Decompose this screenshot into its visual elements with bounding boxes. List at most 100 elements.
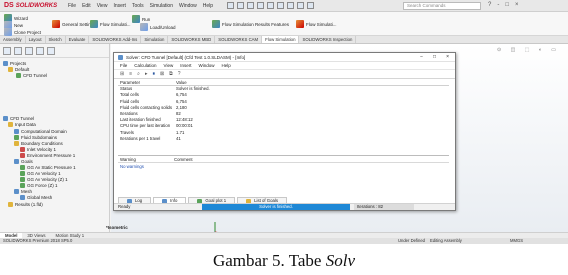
tree-item-goal-velocity-z[interactable]: GG Av Velocity (Z) 1	[20, 177, 68, 182]
undo-icon[interactable]	[277, 2, 285, 9]
new-document-icon[interactable]	[237, 2, 245, 9]
property-manager-icon[interactable]	[14, 46, 22, 55]
tab-assembly[interactable]: Assembly	[0, 36, 26, 43]
solver-menu-file[interactable]: File	[120, 63, 127, 68]
tab-flow-simulation[interactable]: Flow Simulation	[262, 36, 300, 43]
tab-mbd[interactable]: SOLIDWORKS MBD	[168, 36, 216, 43]
comment-column-header: Comment	[174, 157, 193, 162]
menu-help[interactable]: Help	[203, 3, 213, 9]
plot-icon[interactable]: ⧉	[169, 71, 173, 77]
help-icon[interactable]: ?	[488, 2, 491, 8]
solver-menu-view[interactable]: View	[164, 63, 174, 68]
general-settings-button[interactable]: General Settings	[52, 20, 96, 28]
editing-status: Editing Assembly	[430, 238, 462, 243]
product-version: SOLIDWORKS Premium 2018 SP5.0	[3, 238, 73, 243]
layout-icon[interactable]: ⊞	[120, 71, 124, 77]
menu-tools[interactable]: Tools	[132, 3, 144, 9]
quick-access-toolbar	[227, 2, 315, 9]
options-icon[interactable]	[307, 2, 315, 9]
units-selector[interactable]: MMGS	[510, 238, 523, 244]
tab-cam[interactable]: SOLIDWORKS CAM	[215, 36, 263, 43]
solver-minimize-icon[interactable]: −	[420, 54, 423, 60]
solver-window-controls: − □ ×	[420, 54, 455, 60]
solidworks-window: DS SOLIDWORKS File Edit View Insert Tool…	[0, 0, 568, 244]
tree-item-goals[interactable]: Goals	[14, 159, 33, 164]
clone-project-button[interactable]: Clone Project	[4, 28, 41, 36]
save-icon[interactable]	[257, 2, 265, 9]
caption-italic: Solv	[325, 251, 356, 270]
solver-maximize-icon[interactable]: □	[433, 54, 436, 60]
tree-item-projects[interactable]: Projects	[3, 61, 26, 66]
tab-layout[interactable]: Layout	[26, 36, 46, 43]
flow-simulation-icon	[90, 20, 98, 28]
tree-item-input-data[interactable]: Input Data	[8, 122, 36, 127]
close-icon[interactable]: ×	[515, 2, 519, 8]
solver-close-icon[interactable]: ×	[446, 54, 449, 60]
solver-menu-calculation[interactable]: Calculation	[134, 63, 156, 68]
open-icon[interactable]	[247, 2, 255, 9]
tree-item-fluid-subdomains[interactable]: Fluid Subdomains	[14, 135, 57, 140]
pause-icon[interactable]: ⏸	[152, 71, 155, 77]
heads-up-view-toolbar[interactable]: ⊙ ◫ ⬚ ◐ ▭	[497, 47, 560, 53]
folder-icon	[3, 61, 8, 66]
tree-item-cfd-tunnel[interactable]: CFD Tunnel	[3, 116, 34, 121]
tree-item-global-mesh[interactable]: Global Mesh	[20, 195, 52, 200]
search-commands-input[interactable]: Search Commands	[403, 2, 481, 10]
minimize-icon[interactable]: -	[497, 2, 499, 8]
feature-manager-icon[interactable]	[3, 46, 11, 55]
feature-tree-panel: Projects Default CFD Tunnel CFD Tunnel I…	[0, 44, 110, 232]
solver-title: Solver: CFD Tunnel [Default] (Cfd Test 1…	[126, 54, 246, 60]
window-controls: ? - □ ×	[488, 2, 518, 8]
tree-item-results[interactable]: Results (1.fld)	[8, 202, 43, 207]
ds-logo-icon: DS	[4, 2, 14, 9]
solver-menu-insert[interactable]: Insert	[180, 63, 191, 68]
select-icon[interactable]	[287, 2, 295, 9]
menu-file[interactable]: File	[68, 3, 76, 9]
list-item: No warnings	[120, 164, 144, 169]
stop-icon[interactable]: ⊠	[160, 71, 164, 77]
tree-item-default[interactable]: Default	[8, 67, 29, 72]
tree-item-goal-force-z[interactable]: GG Force (Z) 1	[20, 183, 58, 188]
home-icon[interactable]	[227, 2, 235, 9]
menu-simulation[interactable]: Simulation	[150, 3, 173, 9]
tree-item-environment-pressure[interactable]: Environment Pressure 1	[20, 153, 75, 158]
tree-item-goal-velocity[interactable]: GG Av Velocity 1	[20, 171, 61, 176]
preview-icon[interactable]: ⌕	[137, 71, 140, 77]
tab-sketch[interactable]: Sketch	[46, 36, 66, 43]
tab-simulation[interactable]: Simulation	[141, 36, 169, 43]
solver-menu-help[interactable]: Help	[222, 63, 231, 68]
configuration-manager-icon[interactable]	[25, 46, 33, 55]
tree-item-cfd-tunnel-project[interactable]: CFD Tunnel	[16, 73, 47, 78]
tab-addins[interactable]: SOLIDWORKS Add-Ins	[89, 36, 142, 43]
print-icon[interactable]	[267, 2, 275, 9]
flow-simulation-options-button[interactable]: Flow Simulati...	[296, 20, 337, 28]
rebuild-icon[interactable]	[297, 2, 305, 9]
solver-help-icon[interactable]: ?	[178, 71, 181, 77]
solver-menu-window[interactable]: Window	[198, 63, 214, 68]
menu-view[interactable]: View	[97, 3, 108, 9]
flow-analysis-tree-icon[interactable]	[47, 46, 55, 55]
tree-item-inlet-velocity[interactable]: Inlet Velocity 1	[20, 147, 56, 152]
results-features-button[interactable]: Flow Simulation Results Features	[212, 20, 289, 28]
caption-label: Gambar 5.	[212, 251, 285, 270]
maximize-icon[interactable]: □	[505, 2, 509, 8]
flow-simulation-tree-button[interactable]: Flow Simulati...	[90, 20, 131, 28]
tree-item-goal-static-pressure[interactable]: GG Av Static Pressure 1	[20, 165, 76, 170]
menu-window[interactable]: Window	[179, 3, 197, 9]
tree-item-boundary-conditions[interactable]: Boundary Conditions	[14, 141, 63, 146]
play-icon[interactable]: ▸	[145, 71, 148, 77]
dim-xpert-icon[interactable]	[36, 46, 44, 55]
menu-edit[interactable]: Edit	[82, 3, 91, 9]
tab-evaluate[interactable]: Evaluate	[66, 36, 90, 43]
list-icon[interactable]: ≡	[129, 71, 132, 77]
goal-icon	[20, 183, 25, 188]
menu-insert[interactable]: Insert	[113, 3, 126, 9]
view-orientation-label: *Isometric	[106, 225, 128, 230]
parameter-column-header: Parameter	[120, 80, 141, 85]
tree-item-mesh[interactable]: Mesh	[14, 189, 32, 194]
tab-inspection[interactable]: SOLIDWORKS Inspection	[299, 36, 357, 43]
run-button[interactable]: Run	[132, 15, 150, 23]
load-unload-button[interactable]: Load/Unload	[140, 23, 176, 31]
tree-item-computational-domain[interactable]: Computational Domain	[14, 129, 67, 134]
solver-dialog: Solver: CFD Tunnel [Default] (Cfd Test 1…	[113, 52, 456, 211]
